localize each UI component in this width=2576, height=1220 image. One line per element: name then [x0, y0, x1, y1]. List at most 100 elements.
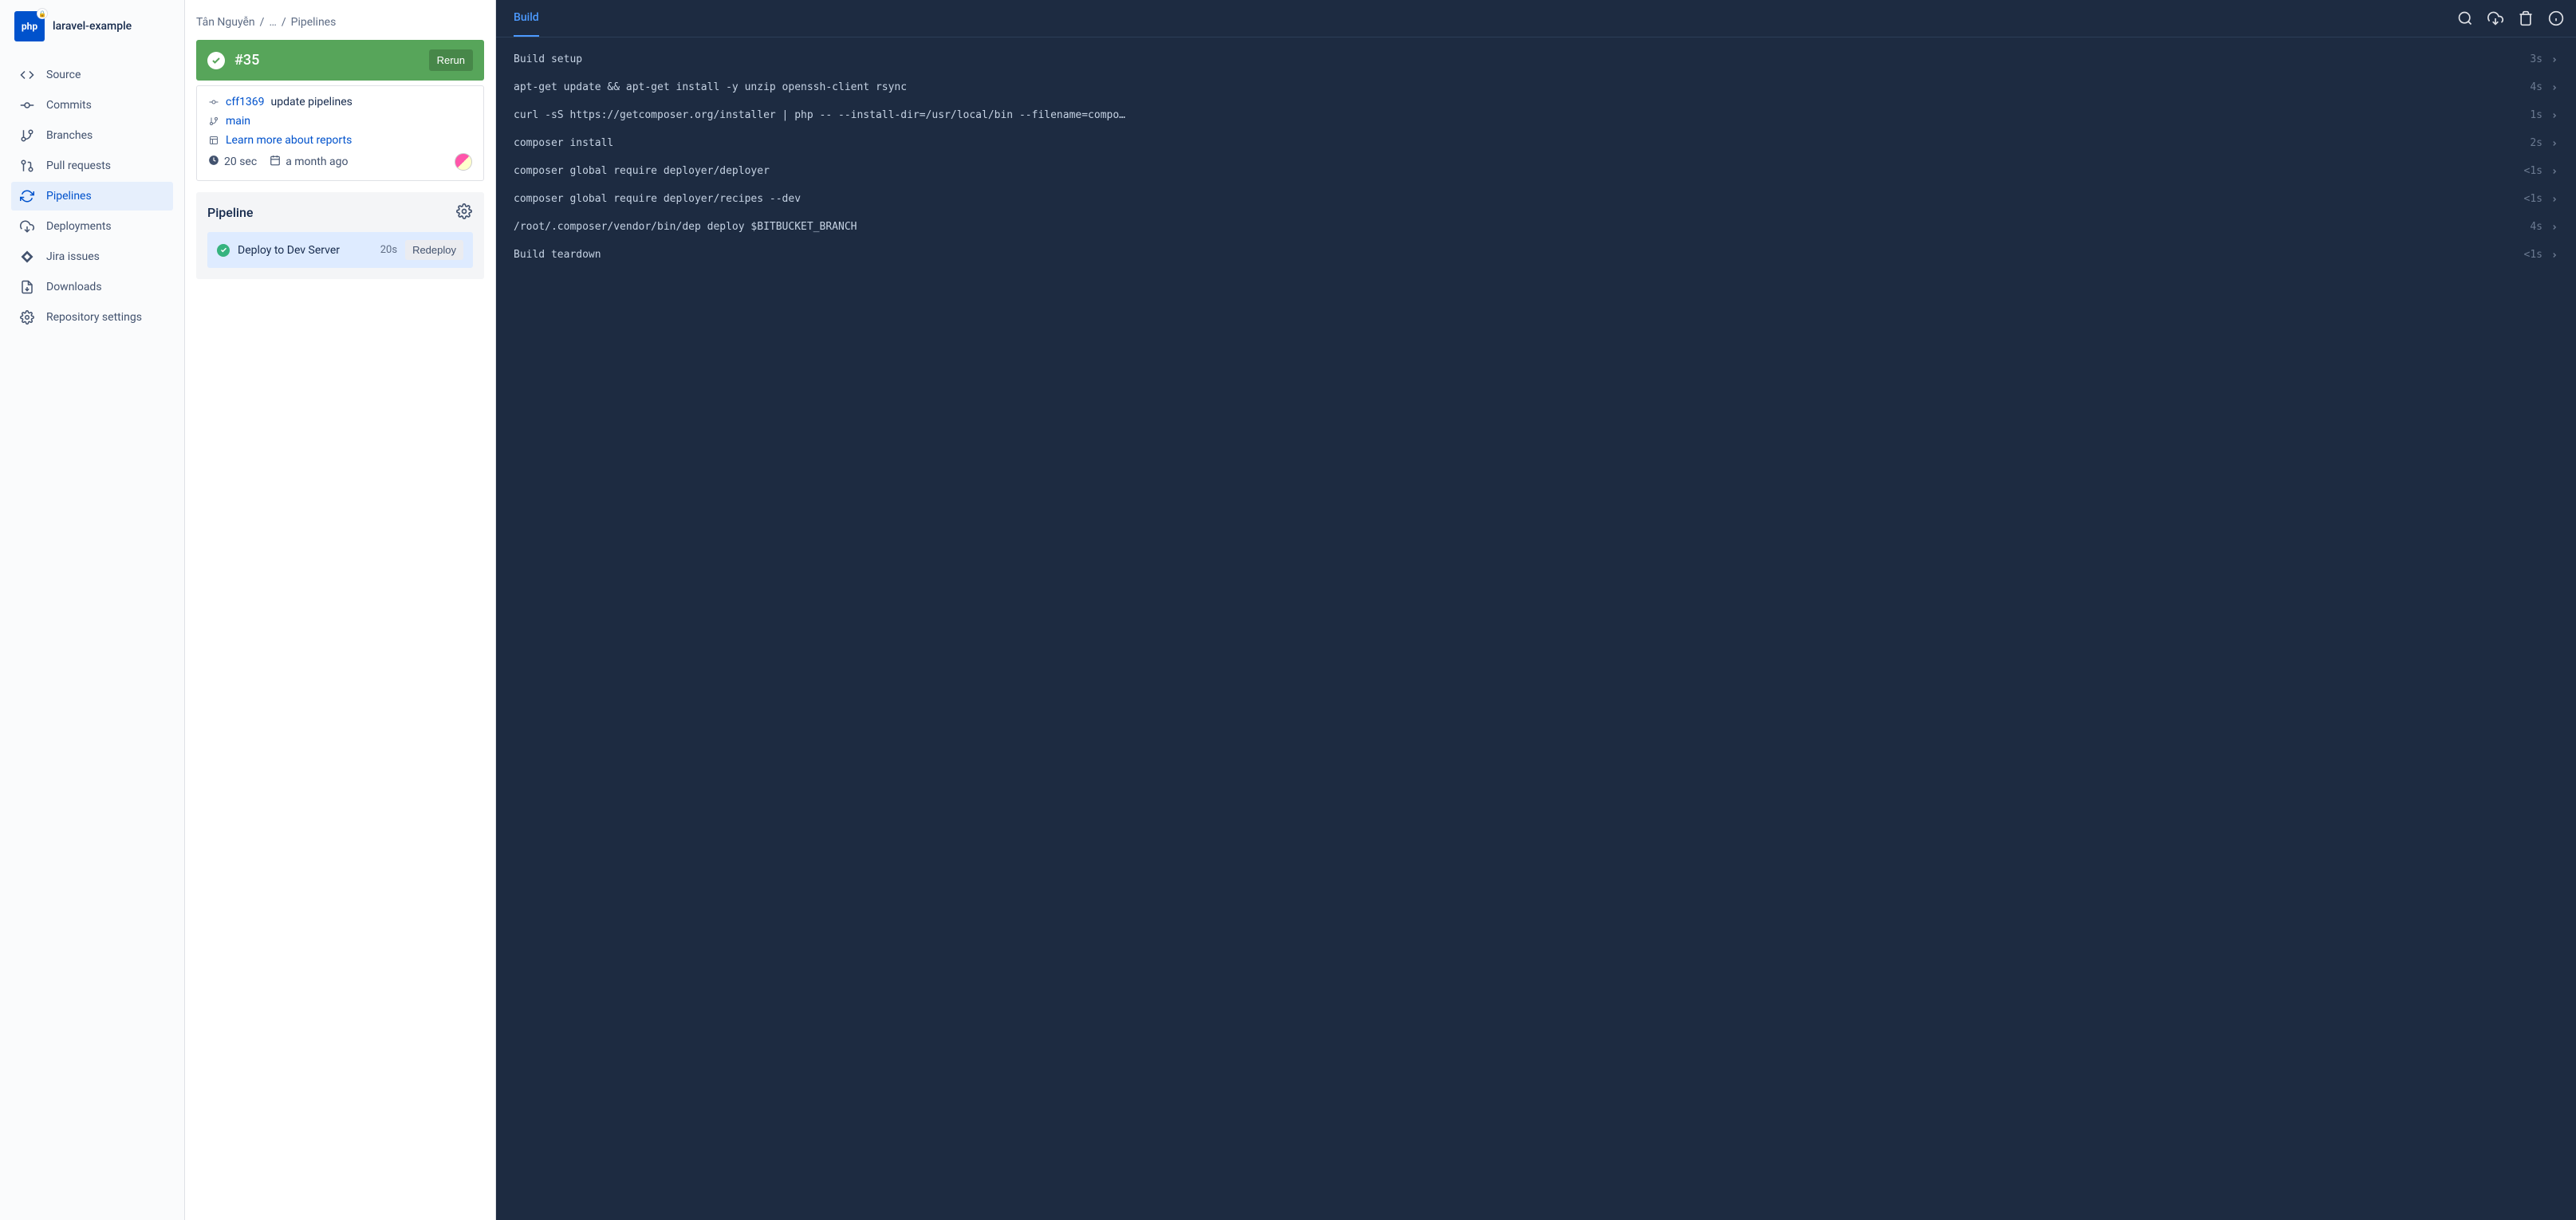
step-name: Deploy to Dev Server — [238, 244, 340, 257]
status-left: #35 — [207, 52, 259, 69]
log-duration: <1s — [2524, 193, 2543, 205]
chevron-right-icon — [2550, 251, 2558, 259]
commit-icon — [208, 97, 219, 107]
log-row[interactable]: /root/.composer/vendor/bin/dep deploy $B… — [496, 213, 2576, 241]
sidebar-item-source[interactable]: Source — [11, 61, 173, 89]
log-duration: 3s — [2530, 53, 2543, 65]
sidebar-item-settings[interactable]: Repository settings — [11, 303, 173, 332]
log-toolbar — [2456, 10, 2565, 27]
log-command: composer global require deployer/recipes… — [514, 193, 2508, 205]
log-duration: <1s — [2524, 165, 2543, 177]
sidebar-item-downloads[interactable]: Downloads — [11, 273, 173, 301]
sidebar-item-branches[interactable]: Branches — [11, 121, 173, 150]
repo-header[interactable]: php 🔒 laravel-example — [0, 11, 184, 56]
redeploy-button[interactable]: Redeploy — [405, 240, 463, 260]
breadcrumb-ellipsis[interactable]: … — [269, 16, 276, 29]
jira-icon — [19, 249, 35, 265]
log-command: /root/.composer/vendor/bin/dep deploy $B… — [514, 221, 2514, 233]
log-duration: 1s — [2530, 109, 2543, 121]
log-row[interactable]: Build setup 3s — [496, 45, 2576, 73]
log-duration: <1s — [2524, 249, 2543, 261]
sidebar: php 🔒 laravel-example Source Commits Bra… — [0, 0, 185, 1220]
pipeline-section: Pipeline Deploy to Dev Server 20s Redepl… — [196, 192, 484, 279]
nav-label: Repository settings — [46, 311, 142, 324]
log-command: composer global require deployer/deploye… — [514, 165, 2508, 177]
author-avatar[interactable] — [455, 153, 472, 171]
log-command: apt-get update && apt-get install -y unz… — [514, 81, 2514, 93]
log-row[interactable]: curl -sS https://getcomposer.org/install… — [496, 101, 2576, 129]
cloud-download-icon — [19, 218, 35, 234]
commit-hash-link[interactable]: cff1369 — [226, 96, 265, 108]
nav-label: Jira issues — [46, 250, 100, 263]
when-text: a month ago — [286, 155, 348, 168]
branch-link[interactable]: main — [226, 115, 250, 128]
rerun-button[interactable]: Rerun — [429, 49, 473, 71]
info-button[interactable] — [2547, 10, 2565, 27]
pipeline-step[interactable]: Deploy to Dev Server 20s Redeploy — [207, 232, 473, 268]
log-duration: 2s — [2530, 137, 2543, 149]
nav-label: Source — [46, 69, 81, 81]
detail-panel: Tân Nguyễn / … / Pipelines #35 Rerun cff… — [185, 0, 496, 1220]
nav-label: Deployments — [46, 220, 112, 233]
report-link[interactable]: Learn more about reports — [226, 134, 352, 147]
duration-group: 20 sec — [208, 155, 257, 169]
download-icon — [19, 279, 35, 295]
sidebar-item-pull-requests[interactable]: Pull requests — [11, 152, 173, 180]
lock-icon: 🔒 — [37, 8, 48, 19]
run-number: #35 — [234, 52, 259, 69]
log-row[interactable]: Build teardown <1s — [496, 241, 2576, 269]
log-command: Build teardown — [514, 249, 2508, 261]
commit-icon — [19, 97, 35, 113]
search-button[interactable] — [2456, 10, 2474, 27]
breadcrumb-sep: / — [282, 16, 286, 29]
breadcrumb-sep: / — [260, 16, 265, 29]
chevron-right-icon — [2550, 223, 2558, 231]
repo-name: laravel-example — [53, 20, 132, 33]
repo-avatar: php 🔒 — [14, 11, 45, 41]
delete-button[interactable] — [2517, 10, 2535, 27]
nav-label: Branches — [46, 129, 93, 142]
clock-icon — [208, 155, 219, 169]
tab-build[interactable]: Build — [514, 0, 539, 37]
nav-label: Downloads — [46, 281, 102, 293]
branch-icon — [208, 116, 219, 126]
chevron-right-icon — [2550, 112, 2558, 120]
nav-label: Commits — [46, 99, 92, 112]
report-row: Learn more about reports — [208, 134, 472, 147]
commit-row: cff1369 update pipelines — [208, 96, 472, 108]
log-duration: 4s — [2530, 81, 2543, 93]
sidebar-item-deployments[interactable]: Deployments — [11, 212, 173, 241]
nav-label: Pull requests — [46, 159, 111, 172]
branch-icon — [19, 128, 35, 144]
breadcrumb: Tân Nguyễn / … / Pipelines — [196, 11, 484, 40]
code-icon — [19, 67, 35, 83]
download-button[interactable] — [2487, 10, 2504, 27]
pipeline-settings-button[interactable] — [455, 203, 473, 221]
sidebar-item-jira[interactable]: Jira issues — [11, 242, 173, 271]
log-panel: Build Build setup 3s apt-get update && apt… — [496, 0, 2576, 1220]
commit-message: update pipelines — [271, 96, 353, 108]
repo-icon-text: php — [22, 21, 37, 32]
sidebar-item-commits[interactable]: Commits — [11, 91, 173, 120]
chevron-right-icon — [2550, 167, 2558, 175]
nav-label: Pipelines — [46, 190, 92, 203]
run-detail-card: cff1369 update pipelines main Learn more… — [196, 85, 484, 181]
chevron-right-icon — [2550, 195, 2558, 203]
log-command: curl -sS https://getcomposer.org/install… — [514, 109, 2514, 121]
log-row[interactable]: apt-get update && apt-get install -y unz… — [496, 73, 2576, 101]
pipeline-title: Pipeline — [207, 205, 253, 220]
duration-text: 20 sec — [224, 155, 257, 168]
gear-icon — [19, 309, 35, 325]
report-icon — [208, 136, 219, 145]
chevron-right-icon — [2550, 140, 2558, 148]
branch-row: main — [208, 115, 472, 128]
log-command: Build setup — [514, 53, 2514, 65]
step-duration: 20s — [380, 244, 397, 256]
sidebar-item-pipelines[interactable]: Pipelines — [11, 182, 173, 211]
log-row[interactable]: composer global require deployer/deploye… — [496, 157, 2576, 185]
log-row[interactable]: composer install2s — [496, 129, 2576, 157]
pipelines-icon — [19, 188, 35, 204]
log-row[interactable]: composer global require deployer/recipes… — [496, 185, 2576, 213]
breadcrumb-owner[interactable]: Tân Nguyễn — [196, 16, 255, 29]
log-body[interactable]: Build setup 3s apt-get update && apt-get i… — [496, 37, 2576, 1220]
